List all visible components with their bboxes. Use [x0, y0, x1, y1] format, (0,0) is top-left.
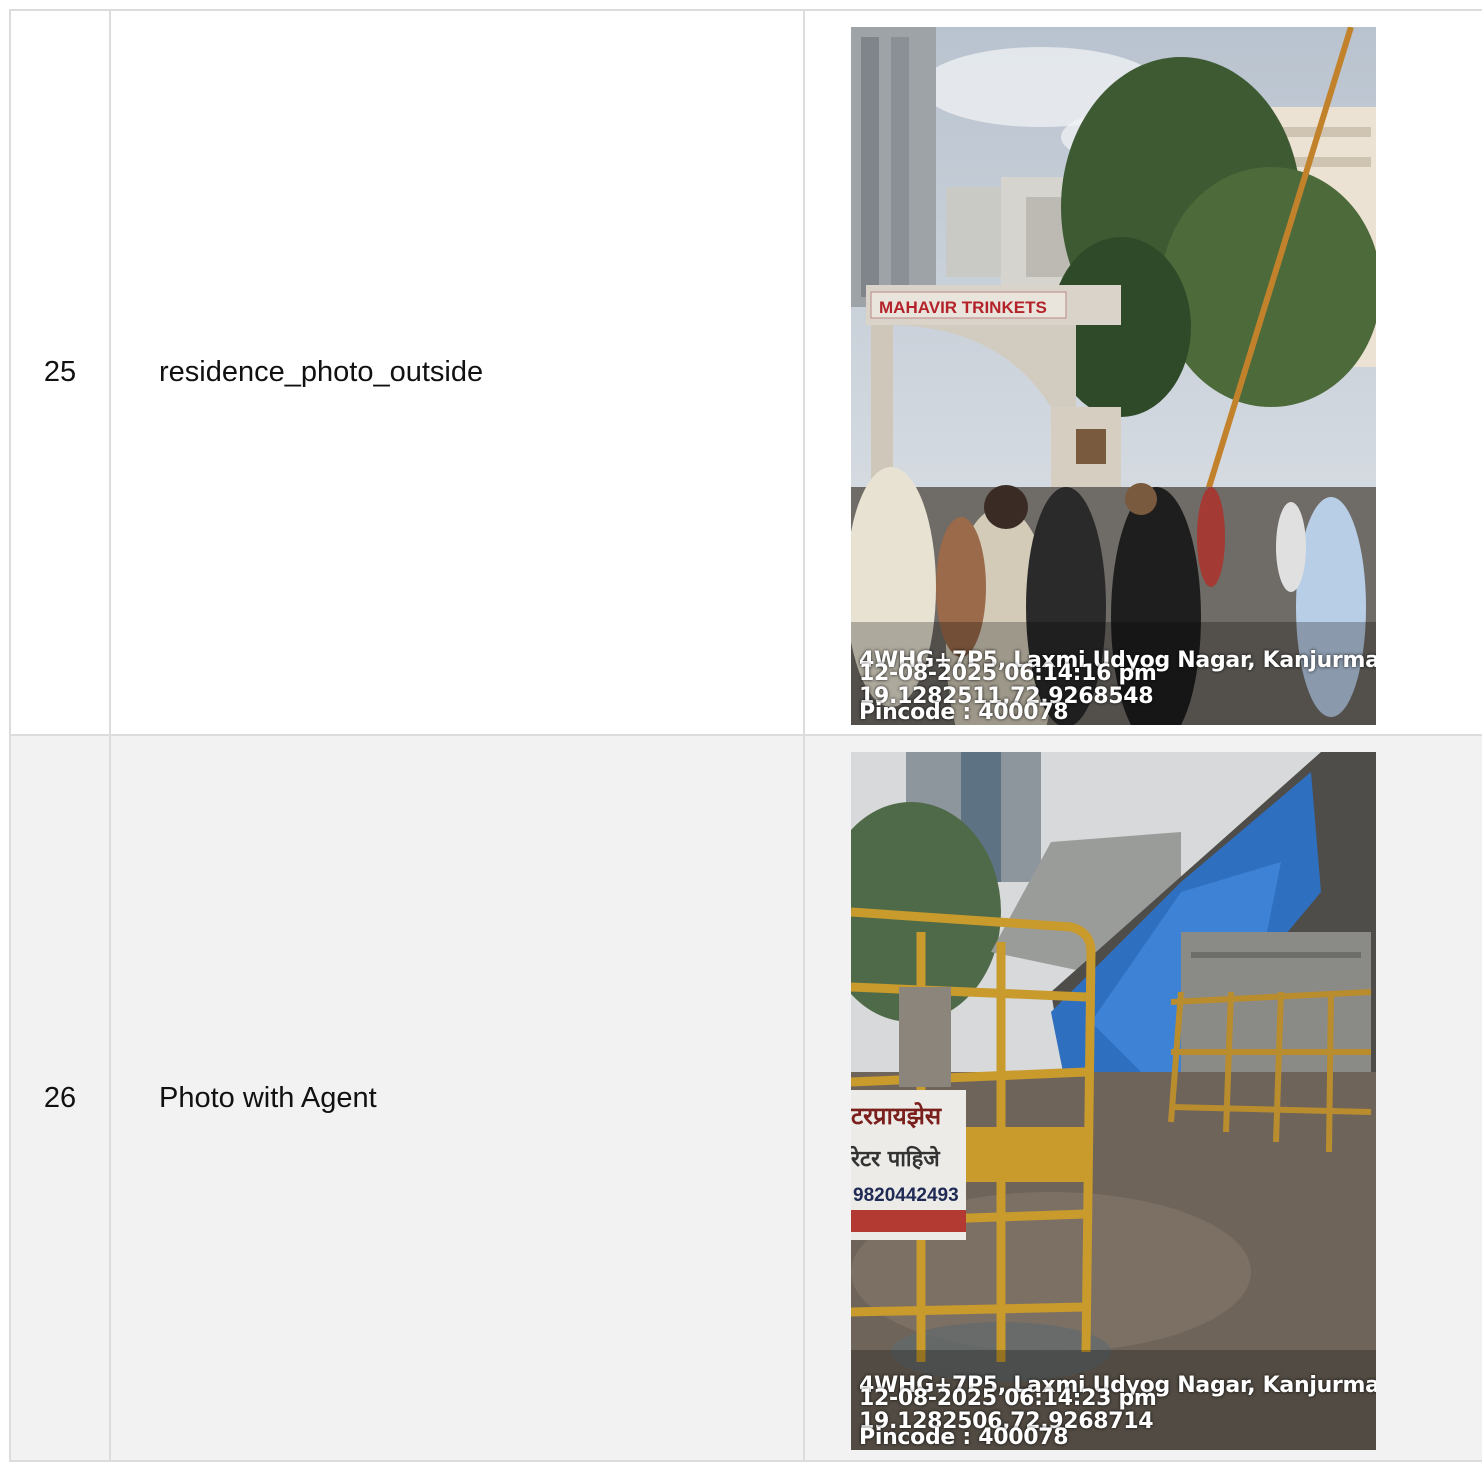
residence-photo-image: MAHAVIR TRINKETS [851, 27, 1376, 725]
photo-cell: टरप्रायझेस रेटर पाहिजे 9820442493 4WHG+7… [803, 734, 1482, 1462]
photo-table: 25 residence_photo_outside MAHAVIR TRINK… [9, 9, 1482, 1462]
agent-photo-image: टरप्रायझेस रेटर पाहिजे 9820442493 [851, 752, 1376, 1450]
row-number: 25 [9, 9, 111, 736]
photo-geotag-stamp: 4WHG+7P5, Laxmi Udyog Nagar, Kanjurmarg … [859, 1375, 1376, 1449]
photo-geotag-stamp: 4WHG+7P5, Laxmi Udyog Nagar, Kanjurmarg … [859, 650, 1376, 724]
sign-line-2: रेटर पाहिजे [851, 1145, 941, 1172]
gate-sign-text: MAHAVIR TRINKETS [879, 298, 1047, 317]
residence-photo[interactable]: MAHAVIR TRINKETS 4WHG+7P5, Laxmi Udyog N… [851, 27, 1376, 725]
agent-photo[interactable]: टरप्रायझेस रेटर पाहिजे 9820442493 4WHG+7… [851, 752, 1376, 1450]
sign-line-1: टरप्रायझेस [851, 1101, 942, 1130]
sign-line-3: 9820442493 [853, 1185, 959, 1206]
table-row: 26 Photo with Agent टरप्रायझेस रेटर पाहि… [9, 734, 1482, 1462]
row-label: Photo with Agent [109, 734, 805, 1462]
photo-cell: MAHAVIR TRINKETS 4WHG+7P5, Laxmi Udyog N… [803, 9, 1482, 736]
row-number: 26 [9, 734, 111, 1462]
table-row: 25 residence_photo_outside MAHAVIR TRINK… [9, 9, 1482, 736]
row-label: residence_photo_outside [109, 9, 805, 736]
